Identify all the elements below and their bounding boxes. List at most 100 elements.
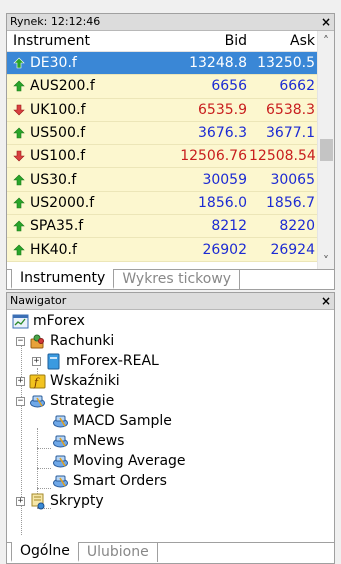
market-watch-title-bar: Rynek: 12:12:46 × bbox=[7, 14, 334, 31]
table-row[interactable]: US2000.f 1856.0 1856.7 bbox=[7, 191, 318, 216]
expert-advisor-icon bbox=[53, 455, 68, 467]
navigator-title-bar: Nawigator × bbox=[7, 293, 334, 310]
cell-ask: 13250.5 bbox=[257, 55, 315, 72]
tree-label-strategy: MACD Sample bbox=[73, 413, 172, 429]
scroll-up-icon[interactable]: ˄ bbox=[318, 33, 334, 49]
tree-label-accounts: Rachunki bbox=[50, 333, 115, 349]
column-header-instrument[interactable]: Instrument bbox=[7, 31, 179, 51]
tree-label-indicators: Wskaźniki bbox=[50, 373, 120, 389]
cell-bid: 1856.0 bbox=[198, 194, 247, 211]
navigator-tabs: Ogólne Ulubione bbox=[7, 542, 334, 562]
table-row[interactable]: US30.f 30059 30065 bbox=[7, 168, 318, 192]
tree-line bbox=[37, 468, 51, 469]
instrument-symbol: UK100.f bbox=[30, 101, 86, 118]
tree-node-account-real[interactable]: + mForex-REAL bbox=[32, 351, 159, 371]
cell-bid: 6656 bbox=[211, 78, 247, 95]
table-row[interactable]: UK100.f 6535.9 6538.3 bbox=[7, 98, 318, 122]
table-row[interactable]: DE30.f 13248.8 13250.5 bbox=[7, 52, 318, 76]
tab-ogolne[interactable]: Ogólne bbox=[11, 542, 79, 562]
tree-label-account-real: mForex-REAL bbox=[66, 353, 159, 369]
arrow-up-icon bbox=[13, 174, 25, 185]
arrow-up-icon bbox=[13, 81, 25, 92]
tab-instrumenty[interactable]: Instrumenty bbox=[11, 269, 115, 289]
tree-node-root[interactable]: mForex bbox=[12, 311, 85, 331]
navigator-close-icon[interactable]: × bbox=[321, 293, 331, 309]
navigator-panel: Nawigator × mForex − Rachunki + mForex-R… bbox=[6, 292, 335, 564]
expert-advisor-icon bbox=[53, 415, 68, 427]
cell-bid: 13248.8 bbox=[189, 55, 247, 72]
cell-ask: 30065 bbox=[270, 171, 315, 188]
tree-label-strategies: Strategie bbox=[50, 393, 115, 409]
tree-label-strategy: Smart Orders bbox=[73, 473, 167, 489]
tab-ulubione[interactable]: Ulubione bbox=[79, 543, 158, 562]
column-header-ask[interactable]: Ask bbox=[249, 31, 318, 51]
tree-label-strategy: mNews bbox=[73, 433, 125, 449]
tree-node-indicators[interactable]: + f Wskaźniki bbox=[16, 371, 120, 391]
scroll-down-icon[interactable]: ˅ bbox=[318, 253, 334, 269]
table-row[interactable]: US500.f 3676.3 3677.1 bbox=[7, 121, 318, 146]
table-row[interactable]: US100.f 12506.76 12508.54 bbox=[7, 145, 318, 169]
scripts-icon bbox=[31, 493, 45, 509]
cell-instrument: HK40.f bbox=[7, 242, 179, 258]
account-icon bbox=[47, 353, 60, 369]
arrow-down-icon bbox=[13, 151, 25, 162]
cell-instrument: DE30.f bbox=[7, 55, 179, 71]
cell-ask: 6662 bbox=[279, 78, 315, 95]
instrument-symbol: US30.f bbox=[30, 171, 77, 188]
collapse-icon[interactable]: − bbox=[16, 396, 25, 406]
cell-instrument: SPA35.f bbox=[7, 218, 179, 234]
expand-icon[interactable]: + bbox=[32, 356, 41, 366]
cell-instrument: UK100.f bbox=[7, 102, 179, 118]
expert-advisor-icon bbox=[53, 475, 68, 487]
cell-instrument: US500.f bbox=[7, 125, 179, 141]
market-watch-close-icon[interactable]: × bbox=[321, 14, 331, 30]
cell-ask: 6538.3 bbox=[266, 101, 315, 118]
navigator-tree: mForex − Rachunki + mForex-REAL + f Wska… bbox=[7, 310, 334, 542]
tree-node-strategies[interactable]: − Strategie bbox=[16, 391, 114, 411]
expand-icon[interactable]: + bbox=[16, 376, 25, 386]
scroll-thumb[interactable] bbox=[320, 139, 333, 161]
terminal-icon bbox=[12, 314, 29, 328]
cell-ask: 12508.54 bbox=[249, 148, 316, 165]
table-row[interactable]: SPA35.f 8212 8220 bbox=[7, 215, 318, 239]
table-row[interactable]: AUS200.f 6656 6662 bbox=[7, 75, 318, 99]
cell-bid: 8212 bbox=[211, 218, 247, 235]
accounts-icon bbox=[30, 334, 44, 348]
tree-node-scripts[interactable]: + Skrypty bbox=[16, 491, 104, 511]
tree-line bbox=[37, 448, 51, 449]
cell-bid: 3676.3 bbox=[198, 125, 247, 142]
market-watch-rows: DE30.f 13248.8 13250.5 AUS200.f 6656 6662 UK10… bbox=[7, 52, 318, 273]
arrow-down-icon bbox=[13, 104, 25, 116]
tree-label-scripts: Skrypty bbox=[50, 493, 104, 509]
cell-instrument: US30.f bbox=[7, 172, 179, 188]
tree-node-strategy-macd[interactable]: MACD Sample bbox=[52, 411, 172, 431]
expand-icon[interactable]: + bbox=[16, 496, 25, 506]
instrument-symbol: AUS200.f bbox=[30, 78, 95, 95]
tab-wykres-tickowy[interactable]: Wykres tickowy bbox=[114, 270, 241, 289]
tree-node-accounts[interactable]: − Rachunki bbox=[16, 331, 114, 351]
tree-line bbox=[37, 488, 51, 489]
instrument-symbol: SPA35.f bbox=[30, 218, 84, 235]
column-header-bid[interactable]: Bid bbox=[179, 31, 249, 51]
cell-ask: 26924 bbox=[270, 241, 315, 258]
arrow-up-icon bbox=[13, 244, 25, 255]
instrument-symbol: US2000.f bbox=[30, 194, 95, 211]
tree-node-strategy-mnews[interactable]: mNews bbox=[52, 431, 124, 451]
cell-instrument: US100.f bbox=[7, 148, 179, 164]
market-watch-title: Rynek: 12:12:46 bbox=[10, 15, 101, 28]
market-watch-scrollbar[interactable]: ˄ ˅ bbox=[317, 31, 334, 272]
instrument-symbol: US100.f bbox=[30, 148, 86, 165]
collapse-icon[interactable]: − bbox=[16, 336, 25, 346]
navigator-title: Nawigator bbox=[10, 294, 67, 307]
tree-label-root: mForex bbox=[33, 313, 85, 329]
strategies-icon bbox=[30, 395, 45, 407]
tree-node-strategy-smart-orders[interactable]: Smart Orders bbox=[52, 471, 167, 491]
market-watch-panel: Rynek: 12:12:46 × Instrument Bid Ask DE3… bbox=[6, 13, 335, 290]
indicators-icon: f bbox=[29, 374, 46, 389]
cell-instrument: AUS200.f bbox=[7, 78, 179, 94]
table-row[interactable]: HK40.f 26902 26924 bbox=[7, 238, 318, 262]
tree-node-strategy-moving-average[interactable]: Moving Average bbox=[52, 451, 186, 471]
cell-bid: 30059 bbox=[202, 171, 247, 188]
cell-bid: 26902 bbox=[202, 241, 247, 258]
cell-bid: 6535.9 bbox=[198, 101, 247, 118]
